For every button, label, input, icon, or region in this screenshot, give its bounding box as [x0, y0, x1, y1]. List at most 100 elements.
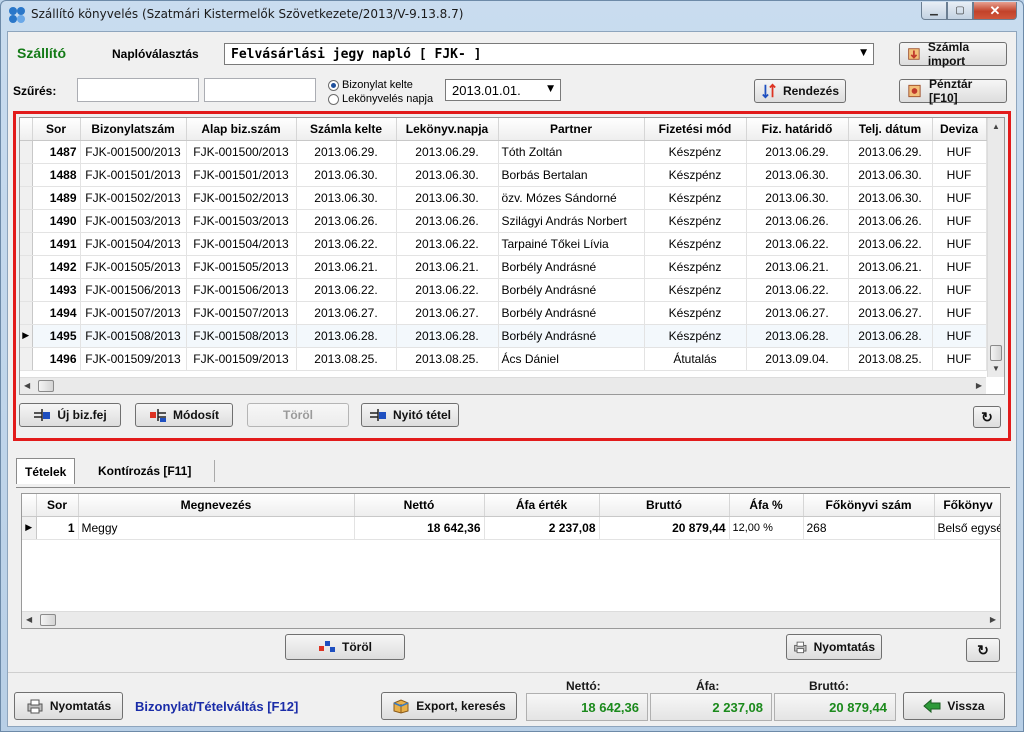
scroll-thumb[interactable]: [38, 380, 54, 392]
document-row[interactable]: 1496 FJK-001509/2013 FJK-001509/2013 2013.0…: [20, 347, 987, 371]
scroll-thumb[interactable]: [990, 345, 1002, 361]
col-header[interactable]: Sor: [32, 118, 81, 141]
cell-sor: 1496: [32, 347, 81, 371]
cell-biz: FJK-001506/2013: [80, 278, 187, 302]
cell-biz: FJK-001502/2013: [80, 186, 187, 210]
scroll-thumb[interactable]: [40, 614, 56, 626]
col-header[interactable]: Nettó: [354, 494, 485, 517]
cell-biz: FJK-001500/2013: [80, 140, 187, 164]
cell-alap: FJK-001505/2013: [186, 255, 297, 279]
journal-select[interactable]: Felvásárlási jegy napló [ FJK- ] ▼: [224, 43, 874, 65]
document-row[interactable]: 1487 FJK-001500/2013 FJK-001500/2013 2013.0…: [20, 140, 987, 164]
export-search-button[interactable]: Export, keresés: [381, 692, 517, 720]
cell-afa: 2 237,08: [484, 516, 600, 540]
document-row[interactable]: 1491 FJK-001504/2013 FJK-001504/2013 2013.0…: [20, 232, 987, 256]
cell-fizmod: Átutalás: [644, 347, 747, 371]
cell-partner: Tóth Zoltán: [498, 140, 645, 164]
col-header[interactable]: Bruttó: [599, 494, 730, 517]
printer-icon: [27, 699, 43, 714]
sort-button[interactable]: Rendezés: [754, 79, 846, 103]
documents-hscroll[interactable]: ◀ ▶: [20, 377, 986, 394]
tab-underline: [16, 487, 1010, 488]
cell-fizmod: Készpénz: [644, 232, 747, 256]
invoice-import-label: Számla import: [927, 40, 970, 68]
tab-items[interactable]: Tételek: [16, 458, 76, 484]
col-header[interactable]: Fizetési mód: [644, 118, 747, 141]
radio-posting-date[interactable]: Lekönyvelés napja: [328, 93, 433, 105]
scroll-down-icon[interactable]: ▼: [992, 364, 1000, 373]
scroll-right-icon[interactable]: ▶: [990, 615, 996, 624]
col-header[interactable]: Partner: [498, 118, 645, 141]
col-header[interactable]: Alap biz.szám: [186, 118, 297, 141]
close-button[interactable]: ✕: [973, 2, 1017, 20]
cashier-button[interactable]: Pénztár [F10]: [899, 77, 1007, 105]
footer-print-button[interactable]: Nyomtatás: [14, 692, 123, 720]
col-header[interactable]: Áfa érték: [484, 494, 600, 517]
switch-view-link[interactable]: Bizonylat/Tételváltás [F12]: [135, 699, 298, 714]
col-header[interactable]: Lekönyv.napja: [396, 118, 499, 141]
radio-dot-selected: [328, 79, 339, 91]
document-row[interactable]: 1493 FJK-001506/2013 FJK-001506/2013 2013.0…: [20, 278, 987, 302]
cell-biz: FJK-001508/2013: [80, 324, 187, 348]
documents-vscroll[interactable]: ▲ ▼: [987, 118, 1004, 377]
title-bar[interactable]: Szállító könyvelés (Szatmári Kistermelők…: [1, 1, 1023, 29]
col-header[interactable]: Számla kelte: [296, 118, 397, 141]
col-header[interactable]: Telj. dátum: [848, 118, 933, 141]
cell-fokonyv_szam: 268: [803, 516, 935, 540]
delete-document-button[interactable]: Töröl: [247, 403, 349, 427]
items-print-button[interactable]: Nyomtatás: [786, 634, 882, 660]
col-header[interactable]: Főkönyvi szám: [803, 494, 935, 517]
documents-refresh-button[interactable]: ↻: [973, 406, 1001, 428]
opening-item-button[interactable]: Nyitó tétel: [361, 403, 459, 427]
row-indicator: [20, 163, 33, 187]
documents-grid[interactable]: Sor Bizonylatszám Alap biz.szám Számla k…: [19, 117, 1005, 395]
document-row[interactable]: ▶ 1495 FJK-001508/2013 FJK-001508/2013 2013.…: [20, 324, 987, 348]
scroll-up-icon[interactable]: ▲: [992, 122, 1000, 131]
back-button[interactable]: Vissza: [903, 692, 1005, 720]
document-row[interactable]: 1488 FJK-001501/2013 FJK-001501/2013 2013.0…: [20, 163, 987, 187]
document-row[interactable]: 1490 FJK-001503/2013 FJK-001503/2013 2013.0…: [20, 209, 987, 233]
filter-label: Szűrés:: [13, 84, 57, 98]
chevron-down-icon: ▼: [860, 48, 867, 58]
cell-biz: FJK-001503/2013: [80, 209, 187, 233]
items-print-label: Nyomtatás: [813, 640, 875, 654]
cell-lekonyv: 2013.06.30.: [396, 186, 499, 210]
cell-hatarido: 2013.06.22.: [746, 278, 849, 302]
printer-icon: [794, 641, 807, 654]
document-row[interactable]: 1492 FJK-001505/2013 FJK-001505/2013 2013.0…: [20, 255, 987, 279]
invoice-import-button[interactable]: Számla import: [899, 40, 1007, 68]
col-header[interactable]: Fiz. határidő: [746, 118, 849, 141]
item-row[interactable]: ▶ 1 Meggy 18 642,36 2 237,08 20 879,44 12,00 %…: [22, 516, 1000, 540]
netto-label: Nettó:: [566, 679, 601, 693]
date-picker[interactable]: 2013.01.01. ▼: [445, 79, 561, 101]
cell-fizmod: Készpénz: [644, 301, 747, 325]
scroll-right-icon[interactable]: ▶: [976, 381, 982, 390]
col-header[interactable]: Megnevezés: [78, 494, 355, 517]
cell-telj: 2013.06.29.: [848, 140, 933, 164]
radio-document-date[interactable]: Bizonylat kelte: [328, 79, 413, 91]
cell-kelte: 2013.06.29.: [296, 140, 397, 164]
maximize-button[interactable]: ▢: [947, 2, 973, 20]
tab-accounting[interactable]: Kontírozás [F11]: [90, 458, 199, 484]
new-document-button[interactable]: Új biz.fej: [19, 403, 121, 427]
col-header[interactable]: Sor: [36, 494, 79, 517]
items-refresh-button[interactable]: ↻: [966, 638, 1000, 662]
cell-partner: Borbély Andrásné: [498, 301, 645, 325]
row-indicator: [20, 278, 33, 302]
scroll-left-icon[interactable]: ◀: [26, 615, 32, 624]
col-header[interactable]: Bizonylatszám: [80, 118, 187, 141]
items-hscroll[interactable]: ◀ ▶: [22, 611, 1000, 628]
delete-item-button[interactable]: Töröl: [285, 634, 405, 660]
modify-button[interactable]: Módosít: [135, 403, 233, 427]
col-header[interactable]: Főkönyv: [934, 494, 1000, 517]
items-grid[interactable]: Sor Megnevezés Nettó Áfa érték Bruttó Áf…: [21, 493, 1001, 629]
minimize-button[interactable]: ▁: [921, 2, 947, 20]
cell-partner: özv. Mózes Sándorné: [498, 186, 645, 210]
document-row[interactable]: 1494 FJK-001507/2013 FJK-001507/2013 2013.0…: [20, 301, 987, 325]
filter-input-1[interactable]: [77, 78, 199, 102]
filter-input-2[interactable]: [204, 78, 316, 102]
col-header[interactable]: Áfa %: [729, 494, 804, 517]
document-row[interactable]: 1489 FJK-001502/2013 FJK-001502/2013 2013.0…: [20, 186, 987, 210]
col-header[interactable]: Deviza: [932, 118, 987, 141]
scroll-left-icon[interactable]: ◀: [24, 381, 30, 390]
